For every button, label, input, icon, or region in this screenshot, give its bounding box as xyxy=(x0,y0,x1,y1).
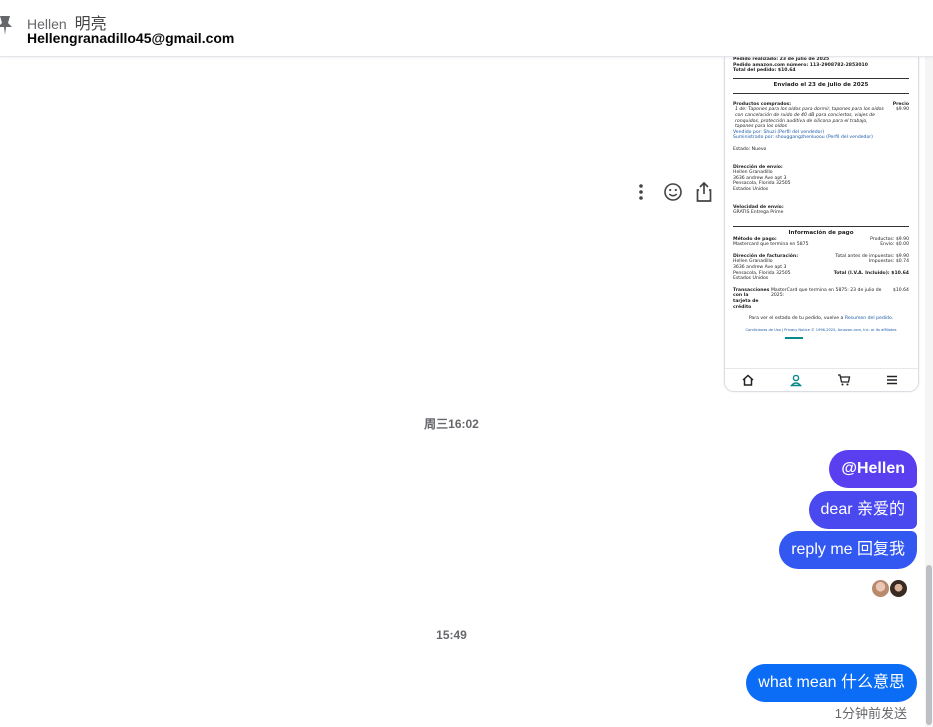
avatar xyxy=(889,579,908,598)
product-price: $9.90 xyxy=(895,107,909,113)
message-bubble[interactable]: reply me 回复我 xyxy=(779,531,917,569)
sent-status: 1分钟前发送 xyxy=(834,706,907,721)
active-tab-indicator xyxy=(785,337,803,340)
contact-email: Hellengranadillo45@gmail.com xyxy=(27,30,235,46)
items-value: $9.90 xyxy=(895,236,909,242)
image-attachment[interactable]: Pedido realizado: 23 de julio de 2025 Pe… xyxy=(724,40,919,392)
timestamp-divider: 15:49 xyxy=(436,628,467,642)
divider xyxy=(733,225,909,227)
shipping-label: Envío: xyxy=(880,242,895,248)
message-bubble[interactable]: @Hellen xyxy=(829,450,917,488)
transactions-label: Transacciones con la tarjeta de crédito xyxy=(733,287,770,310)
items-label: Productos: xyxy=(870,236,895,242)
conversation-header: Hellen 明亮 Hellengranadillo45@gmail.com xyxy=(0,0,933,57)
receipt-bottom-nav xyxy=(725,368,918,391)
transactions-value: MasterCard que termina en 5875: 23 de ju… xyxy=(770,287,882,299)
order-total: Total del pedido: $10.64 xyxy=(733,68,796,74)
status-note: Para ver el estado de tu pedido, vuelve … xyxy=(748,316,844,322)
divider xyxy=(733,77,909,79)
cart-icon xyxy=(838,374,851,386)
tax-label: Impuestos: xyxy=(868,259,895,265)
payment-info-heading: Información de pago xyxy=(788,229,854,236)
shipping-value: $0.00 xyxy=(895,242,909,248)
tax-value: $0.74 xyxy=(895,259,909,265)
divider xyxy=(733,92,909,94)
more-options-icon[interactable] xyxy=(634,182,648,202)
status-link: Resumen del pedido. xyxy=(844,316,894,322)
share-icon[interactable] xyxy=(694,181,714,203)
total-label: Total (I.V.A. Incluido): xyxy=(833,270,890,276)
menu-icon xyxy=(887,375,897,385)
message-bubble[interactable]: what mean 什么意思 xyxy=(746,664,917,702)
home-icon xyxy=(742,374,754,386)
transactions-amount: $10.64 xyxy=(892,287,909,293)
shipped-heading: Enviado el 23 de julio de 2025 xyxy=(773,81,869,88)
product-description: 1 de: Tapones para los oídos para dormir… xyxy=(735,107,884,130)
timestamp-divider: 周三16:02 xyxy=(424,417,479,431)
total-value: $10.64 xyxy=(891,270,909,276)
payment-method: Mastercard que termina en 5875 xyxy=(733,242,809,248)
scrollbar-thumb[interactable] xyxy=(926,565,932,725)
emoji-react-icon[interactable] xyxy=(663,182,683,202)
message-bubble[interactable]: dear 亲爱的 xyxy=(808,491,917,529)
pin-icon[interactable] xyxy=(0,14,14,36)
order-receipt: Pedido realizado: 23 de julio de 2025 Pe… xyxy=(733,57,909,340)
account-icon xyxy=(789,374,803,387)
read-receipts xyxy=(871,579,908,598)
receipt-footer: Condiciones de Uso | Privacy Notice © 19… xyxy=(745,327,897,332)
avatar xyxy=(871,579,890,598)
